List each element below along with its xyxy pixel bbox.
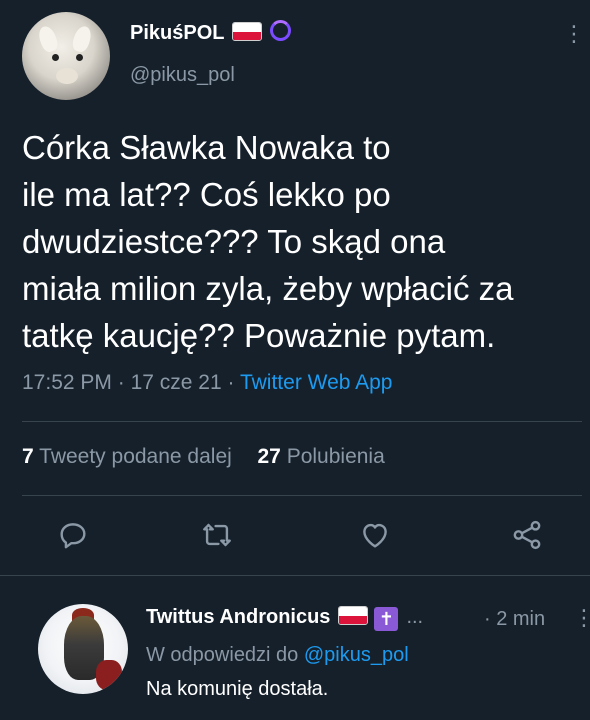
author-name-text[interactable]: PikuśPOL [130, 22, 224, 44]
retweet-icon[interactable] [200, 518, 234, 552]
meta-separator: · [227, 371, 235, 394]
tweet-date[interactable]: 17 cze 21 [131, 371, 222, 394]
retweets-count: 7 [22, 445, 34, 468]
author-name[interactable]: PikuśPOL [130, 20, 292, 45]
replying-to-handle[interactable]: @pikus_pol [304, 644, 409, 666]
reply-author-name[interactable]: Twittus Andronicus ✝... [146, 606, 423, 631]
name-ellipsis: ... [406, 606, 424, 628]
source-app-link[interactable]: Twitter Web App [240, 371, 393, 394]
reply-time[interactable]: · 2 min [484, 608, 545, 631]
tweet-text-line: dwudziestce??? To skąd ona [22, 223, 446, 260]
tweet-meta: 17:52 PM · 17 cze 21 · Twitter Web App [22, 371, 393, 395]
tweet-text: Córka Sławka Nowaka to ile ma lat?? Coś … [22, 124, 572, 359]
author-avatar[interactable] [22, 12, 110, 100]
more-icon[interactable]: ⋮ [563, 23, 585, 45]
tweet-text-line: tatkę kaucję?? Poważnie pytam. [22, 317, 496, 354]
poland-flag-icon [338, 606, 369, 625]
divider [0, 575, 590, 576]
tweet-text-line: ile ma lat?? Coś lekko po [22, 176, 391, 213]
replying-to: W odpowiedzi do @pikus_pol [146, 644, 409, 667]
tweet-text-line: Córka Sławka Nowaka to [22, 129, 391, 166]
likes-count: 27 [257, 445, 281, 468]
meta-separator: · [117, 371, 125, 394]
share-icon[interactable] [510, 518, 544, 552]
reply-more-icon[interactable]: ⋮ [573, 607, 590, 629]
retweets-label: Tweety podane dalej [39, 445, 232, 468]
likes-stat[interactable]: 27 Polubienia [257, 445, 384, 468]
poland-flag-icon [232, 22, 263, 41]
divider [22, 421, 582, 422]
engagement-stats: 7 Tweety podane dalej 27 Polubienia [22, 445, 385, 469]
retweets-stat[interactable]: 7 Tweety podane dalej [22, 445, 232, 468]
tweet-time[interactable]: 17:52 PM [22, 371, 112, 394]
reply-author-name-text[interactable]: Twittus Andronicus [146, 606, 330, 628]
reply-author-avatar[interactable] [38, 604, 128, 694]
likes-label: Polubienia [286, 445, 385, 468]
divider [22, 495, 582, 496]
author-handle[interactable]: @pikus_pol [130, 64, 235, 87]
reply-icon[interactable] [56, 518, 90, 552]
tweet-text-line: miała milion zyla, żeby wpłacić za [22, 270, 514, 307]
reply-text: Na komunię dostała. [146, 678, 329, 700]
cross-badge-icon: ✝ [374, 607, 399, 631]
ring-badge-icon [270, 20, 292, 41]
heart-icon[interactable] [358, 518, 392, 552]
replying-to-label: W odpowiedzi do [146, 644, 299, 666]
